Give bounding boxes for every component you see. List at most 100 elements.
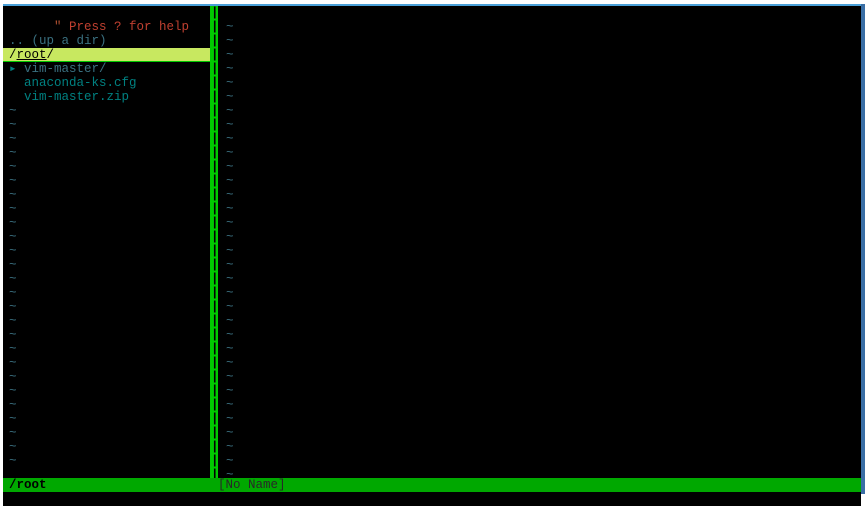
scrollbar[interactable] <box>861 4 865 494</box>
split-char: | <box>211 76 217 90</box>
empty-line: ~ <box>3 426 210 440</box>
empty-line: ~ <box>3 412 210 426</box>
empty-line: ~ <box>220 34 861 48</box>
split-char: | <box>211 454 217 468</box>
empty-line: ~ <box>220 188 861 202</box>
empty-line: ~ <box>220 146 861 160</box>
split-char: | <box>211 188 217 202</box>
cwd-name: root <box>17 48 47 62</box>
empty-line: ~ <box>220 300 861 314</box>
tree-item-file[interactable]: vim-master.zip <box>3 90 210 104</box>
tree-item-dir[interactable]: ▸ vim-master/ <box>3 62 210 76</box>
empty-line: ~ <box>220 104 861 118</box>
empty-line: ~ <box>3 356 210 370</box>
split-char: | <box>211 132 217 146</box>
split-char: | <box>211 34 217 48</box>
split-char: | <box>211 398 217 412</box>
empty-line: ~ <box>220 398 861 412</box>
empty-line: ~ <box>3 272 210 286</box>
empty-line: ~ <box>3 146 210 160</box>
empty-line: ~ <box>3 118 210 132</box>
up-dir[interactable]: .. (up a dir) <box>3 34 210 48</box>
empty-line: ~ <box>220 412 861 426</box>
split-char: | <box>211 356 217 370</box>
empty-line: ~ <box>3 160 210 174</box>
empty-line: ~ <box>3 216 210 230</box>
empty-line: ~ <box>3 300 210 314</box>
empty-line: ~ <box>220 342 861 356</box>
empty-line: ~ <box>220 314 861 328</box>
empty-line: ~ <box>3 342 210 356</box>
status-line: /root [No Name] <box>3 478 861 492</box>
empty-line: ~ <box>3 258 210 272</box>
empty-line: ~ <box>220 216 861 230</box>
empty-line: ~ <box>3 188 210 202</box>
split-char: | <box>211 160 217 174</box>
cwd-slash-end: / <box>47 48 55 62</box>
empty-line: ~ <box>220 454 861 468</box>
empty-line: ~ <box>220 370 861 384</box>
empty-line: ~ <box>220 20 861 34</box>
command-line[interactable] <box>3 492 861 506</box>
empty-line: ~ <box>220 440 861 454</box>
split-char: | <box>211 342 217 356</box>
split-char: | <box>211 286 217 300</box>
empty-line: ~ <box>220 356 861 370</box>
split-char: | <box>211 300 217 314</box>
tree-item-file[interactable]: anaconda-ks.cfg <box>3 76 210 90</box>
split-char: | <box>211 384 217 398</box>
empty-line: ~ <box>3 286 210 300</box>
status-right: [No Name] <box>218 478 286 492</box>
empty-line: ~ <box>3 370 210 384</box>
split-char: | <box>211 62 217 76</box>
empty-line: ~ <box>3 132 210 146</box>
split-char: | <box>211 202 217 216</box>
empty-line: ~ <box>3 230 210 244</box>
split-char: | <box>211 258 217 272</box>
empty-line: ~ <box>220 286 861 300</box>
empty-line: ~ <box>220 258 861 272</box>
empty-line: ~ <box>3 398 210 412</box>
empty-line: ~ <box>3 328 210 342</box>
split-char: | <box>211 104 217 118</box>
empty-line: ~ <box>220 90 861 104</box>
empty-line: ~ <box>3 314 210 328</box>
empty-line: ~ <box>220 426 861 440</box>
empty-line: ~ <box>220 328 861 342</box>
collapsed-icon: ▸ <box>9 62 17 76</box>
empty-line: ~ <box>3 244 210 258</box>
empty-line: ~ <box>220 244 861 258</box>
current-dir[interactable]: /root/ <box>3 48 210 62</box>
empty-line: ~ <box>220 132 861 146</box>
split-char: | <box>211 20 217 34</box>
help-text: Press ? for help <box>62 20 190 34</box>
split-char: | <box>211 90 217 104</box>
empty-line: ~ <box>220 76 861 90</box>
editor-pane[interactable]: ~ ~ ~ ~ ~ ~ ~ ~ ~ ~ ~ ~ ~ ~ ~ ~ ~ ~ ~ ~ … <box>218 6 861 478</box>
split-char: | <box>211 370 217 384</box>
empty-line: ~ <box>220 62 861 76</box>
split-char: | <box>211 216 217 230</box>
split-char: | <box>211 174 217 188</box>
empty-line: ~ <box>3 454 210 468</box>
empty-line: ~ <box>220 160 861 174</box>
empty-line: ~ <box>220 202 861 216</box>
buffer-line <box>220 6 861 20</box>
empty-line: ~ <box>220 230 861 244</box>
split-char: | <box>211 328 217 342</box>
empty-line: ~ <box>3 174 210 188</box>
vim-content: " Press ? for help .. (up a dir) /root/ … <box>3 6 861 478</box>
cwd-slash: / <box>9 48 17 62</box>
empty-line: ~ <box>220 48 861 62</box>
empty-line: ~ <box>3 384 210 398</box>
empty-line: ~ <box>220 174 861 188</box>
vertical-split[interactable]: | | | | | | | | | | | | | | | | | | | | … <box>210 6 218 478</box>
status-left: /root <box>3 478 218 492</box>
split-char: | <box>211 230 217 244</box>
empty-line: ~ <box>220 384 861 398</box>
split-char: | <box>211 426 217 440</box>
tree-file-label: anaconda-ks.cfg <box>24 76 137 90</box>
file-browser-pane[interactable]: " Press ? for help .. (up a dir) /root/ … <box>3 6 210 478</box>
split-char: | <box>211 272 217 286</box>
empty-line: ~ <box>3 440 210 454</box>
